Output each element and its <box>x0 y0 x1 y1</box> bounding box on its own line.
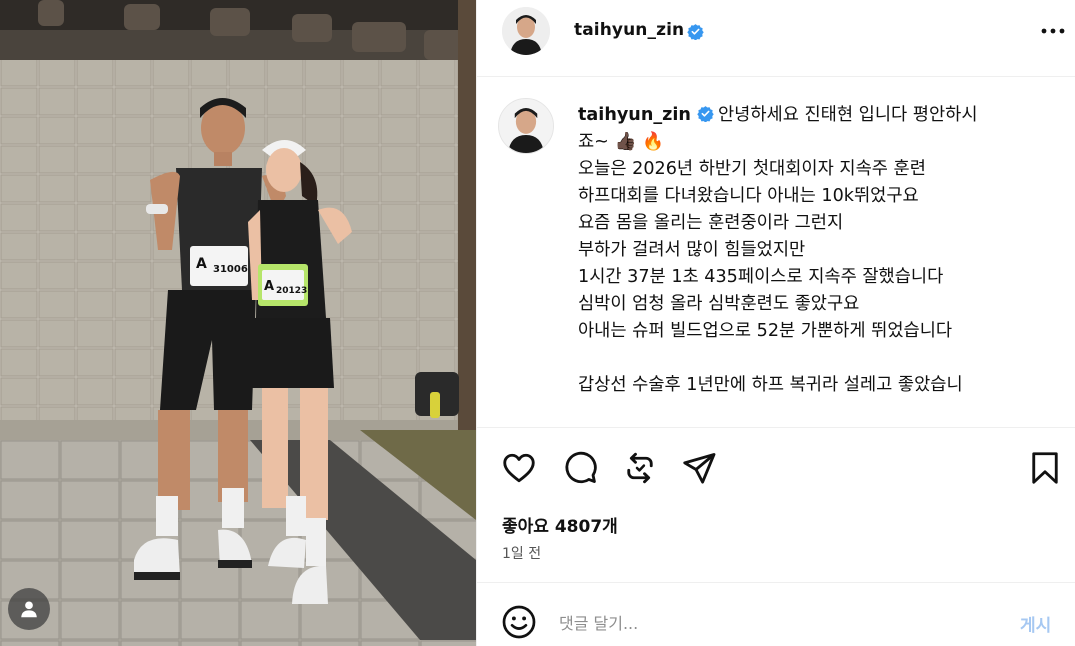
verified-badge-icon <box>687 24 704 40</box>
post-detail-panel: taihyun_zin taihyun_zin 안녕하세요 진태현 입니다 평안하… <box>476 0 1075 646</box>
caption-line: 갑상선 수술후 1년만에 하프 복귀라 설레고 좋았습니 <box>578 375 963 395</box>
author-username[interactable]: taihyun_zin <box>574 20 684 40</box>
caption-verified-badge-icon <box>697 106 714 122</box>
emoji-smiley-icon[interactable] <box>501 604 537 640</box>
caption-username[interactable]: taihyun_zin <box>578 105 691 125</box>
comment-bubble-icon[interactable] <box>562 450 598 486</box>
caption-line: 오늘은 2026년 하반기 첫대회이자 지속주 훈련 <box>578 159 926 179</box>
caption-second-line: 죠~ <box>578 132 609 152</box>
post-photo[interactable]: A 31006 A 20123 <box>0 0 476 646</box>
post-timestamp[interactable]: 1일 전 <box>502 543 541 563</box>
action-bar: 좋아요 4807개 1일 전 <box>477 428 1075 583</box>
caption-author-avatar[interactable] <box>498 98 554 154</box>
repost-icon[interactable] <box>622 450 658 486</box>
bookmark-icon[interactable] <box>1027 450 1063 486</box>
post-header: taihyun_zin <box>477 0 1075 77</box>
svg-text:31006: 31006 <box>213 264 248 275</box>
caption-line: 하프대회를 다녀왔습니다 아내는 10k뛰었구요 <box>578 186 919 206</box>
svg-text:A: A <box>196 256 207 272</box>
comment-bar: 게시 <box>477 583 1075 646</box>
caption-first-line: 안녕하세요 진태현 입니다 평안하시 <box>717 105 978 125</box>
caption-line: 아내는 슈퍼 빌드업으로 52분 가뿐하게 뛰었습니다 <box>578 321 953 341</box>
runners-photo: A 31006 A 20123 <box>0 0 476 646</box>
comment-input[interactable] <box>559 609 999 637</box>
post-comment-button[interactable]: 게시 <box>1020 611 1051 636</box>
caption-line: 부하가 걸려서 많이 힘들었지만 <box>578 240 806 260</box>
user-tag-icon[interactable] <box>8 588 50 630</box>
svg-text:A: A <box>264 279 274 294</box>
like-count[interactable]: 좋아요 4807개 <box>502 512 618 537</box>
caption-emojis: 👍🏿 🔥 <box>614 132 664 152</box>
more-options-icon[interactable] <box>1040 26 1066 36</box>
post-caption: taihyun_zin 안녕하세요 진태현 입니다 평안하시 죠~ 👍🏿 🔥 오늘… <box>578 102 1048 399</box>
caption-line: 심박이 엄청 올라 심박훈련도 좋았구요 <box>578 294 860 314</box>
heart-icon[interactable] <box>501 450 537 486</box>
caption-line: 요즘 몸을 올리는 훈련중이라 그런지 <box>578 213 844 233</box>
caption-section: taihyun_zin 안녕하세요 진태현 입니다 평안하시 죠~ 👍🏿 🔥 오늘… <box>477 77 1075 428</box>
send-paper-plane-icon[interactable] <box>681 450 717 486</box>
caption-line: 1시간 37분 1초 435페이스로 지속주 잘했습니다 <box>578 267 944 287</box>
svg-text:20123: 20123 <box>276 286 307 296</box>
author-avatar[interactable] <box>502 7 550 55</box>
